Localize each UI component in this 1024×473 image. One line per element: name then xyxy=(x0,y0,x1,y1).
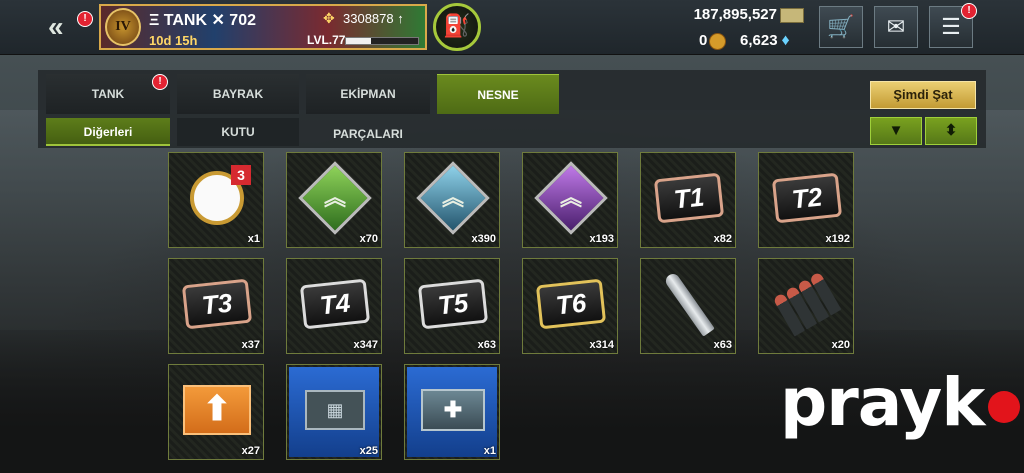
funnel-icon: ▼ xyxy=(888,122,904,139)
player-name: Ξ TANK ✕ 702 xyxy=(149,12,256,29)
radio-equipment-icon: ▦ xyxy=(305,390,365,430)
item-cell-ticket-t5[interactable]: T5 x63 xyxy=(404,258,500,354)
item-quantity: x347 xyxy=(353,339,378,351)
gem-display: 6,623 ♦ xyxy=(740,32,790,49)
item-quantity: x1 xyxy=(483,445,496,457)
sort-button[interactable]: ⬍ xyxy=(925,117,977,145)
player-level: LVL.77 xyxy=(307,33,346,47)
ticket-t6-icon: T6 xyxy=(535,278,607,330)
ticket-t3-icon: T3 xyxy=(181,278,253,330)
vip-timer: 10d 15h xyxy=(149,33,198,48)
ticket-t4-icon: T4 xyxy=(299,278,371,330)
item-cell-ticket-t2[interactable]: T2 x192 xyxy=(758,152,854,248)
upgrade-arrow-icon: ⬆ xyxy=(183,385,251,435)
mail-button[interactable]: ✉ xyxy=(874,6,918,48)
item-cell-ticket-t4[interactable]: T4 x347 xyxy=(286,258,382,354)
ticket-t1-icon: T1 xyxy=(653,172,725,224)
blue-rank-chevron-icon: ︽ xyxy=(416,161,490,235)
diamond-icon: ♦ xyxy=(781,32,790,49)
envelope-icon: ✉ xyxy=(886,14,906,39)
shop-cart-button[interactable]: 🛒 xyxy=(819,6,863,48)
item-count-badge: 3 xyxy=(231,165,251,185)
item-quantity: x37 xyxy=(241,339,260,351)
item-quantity: x70 xyxy=(359,233,378,245)
player-profile-panel[interactable]: IV Ξ TANK ✕ 702 10d 15h ✥ 3308878 ↑ LVL.… xyxy=(99,4,427,50)
item-cell-upgrade-box[interactable]: ⬆ x27 xyxy=(168,364,264,460)
coin-display: 0 xyxy=(699,32,727,50)
item-quantity: x82 xyxy=(713,233,732,245)
subtab-digerleri[interactable]: Diğerleri xyxy=(46,118,170,146)
item-cell-blue-chevron[interactable]: ︽ x390 xyxy=(404,152,500,248)
item-quantity: x20 xyxy=(831,339,850,351)
up-arrow-icon: ↑ xyxy=(393,11,404,26)
item-cell-stopwatch[interactable]: 3 x1 xyxy=(168,152,264,248)
money-display: 187,895,527 xyxy=(694,6,804,23)
item-cell-ammo[interactable]: x20 xyxy=(758,258,854,354)
xp-progress-bar xyxy=(345,37,419,45)
green-rank-chevron-icon: ︽ xyxy=(298,161,372,235)
item-cell-ticket-t1[interactable]: T1 x82 xyxy=(640,152,736,248)
ticket-t2-icon: T2 xyxy=(771,172,843,224)
filter-button[interactable]: ▼ xyxy=(870,117,922,145)
item-cell-ticket-t3[interactable]: T3 x37 xyxy=(168,258,264,354)
top-bar: « ! IV Ξ TANK ✕ 702 10d 15h ✥ 3308878 ↑ … xyxy=(0,0,1024,55)
cash-icon xyxy=(780,7,804,23)
item-cell-medkit[interactable]: ✚ x1 xyxy=(404,364,500,460)
item-cell-missile[interactable]: x63 xyxy=(640,258,736,354)
medkit-icon: ✚ xyxy=(421,389,485,431)
ammo-rounds-icon xyxy=(772,271,842,337)
fuel-can-icon[interactable]: ⛽ xyxy=(433,3,481,51)
item-quantity: x63 xyxy=(713,339,732,351)
watermark-logo: prayk xyxy=(780,364,1021,441)
item-quantity: x193 xyxy=(589,233,614,245)
up-down-arrows-icon: ⬍ xyxy=(944,122,958,139)
item-quantity: x1 xyxy=(247,233,260,245)
item-quantity: x390 xyxy=(471,233,496,245)
chat-alert-badge: ! xyxy=(961,3,977,19)
purple-rank-chevron-icon: ︽ xyxy=(534,161,608,235)
item-quantity: x192 xyxy=(825,233,850,245)
subtab-kutu[interactable]: KUTU xyxy=(177,118,299,146)
cart-icon: 🛒 xyxy=(827,14,855,39)
sell-now-button[interactable]: Şimdi Şat xyxy=(870,81,976,109)
tab-nesne[interactable]: NESNE xyxy=(437,74,559,114)
tank-tab-alert-badge: ! xyxy=(152,74,168,90)
chat-icon: ☰ xyxy=(941,14,961,39)
ticket-t5-icon: T5 xyxy=(417,278,489,330)
item-quantity: x27 xyxy=(241,445,260,457)
tab-ekipman-parcalari[interactable]: EKİPMAN PARÇALARI xyxy=(306,74,430,141)
missile-icon xyxy=(663,271,715,337)
back-alert-badge: ! xyxy=(77,11,93,27)
item-cell-radio[interactable]: ▦ x25 xyxy=(286,364,382,460)
watermark-dot-icon xyxy=(988,390,1021,423)
item-quantity: x314 xyxy=(589,339,614,351)
item-cell-ticket-t6[interactable]: T6 x314 xyxy=(522,258,618,354)
power-value: 3308878 ↑ xyxy=(343,11,404,26)
crosshair-icon: ✥ xyxy=(323,10,335,26)
item-cell-purple-chevron[interactable]: ︽ x193 xyxy=(522,152,618,248)
item-quantity: x25 xyxy=(359,445,378,457)
item-cell-green-chevron[interactable]: ︽ x70 xyxy=(286,152,382,248)
item-quantity: x63 xyxy=(477,339,496,351)
tab-bayrak[interactable]: BAYRAK xyxy=(177,74,299,114)
rank-badge-icon: IV xyxy=(105,8,141,46)
coin-icon xyxy=(709,32,727,50)
